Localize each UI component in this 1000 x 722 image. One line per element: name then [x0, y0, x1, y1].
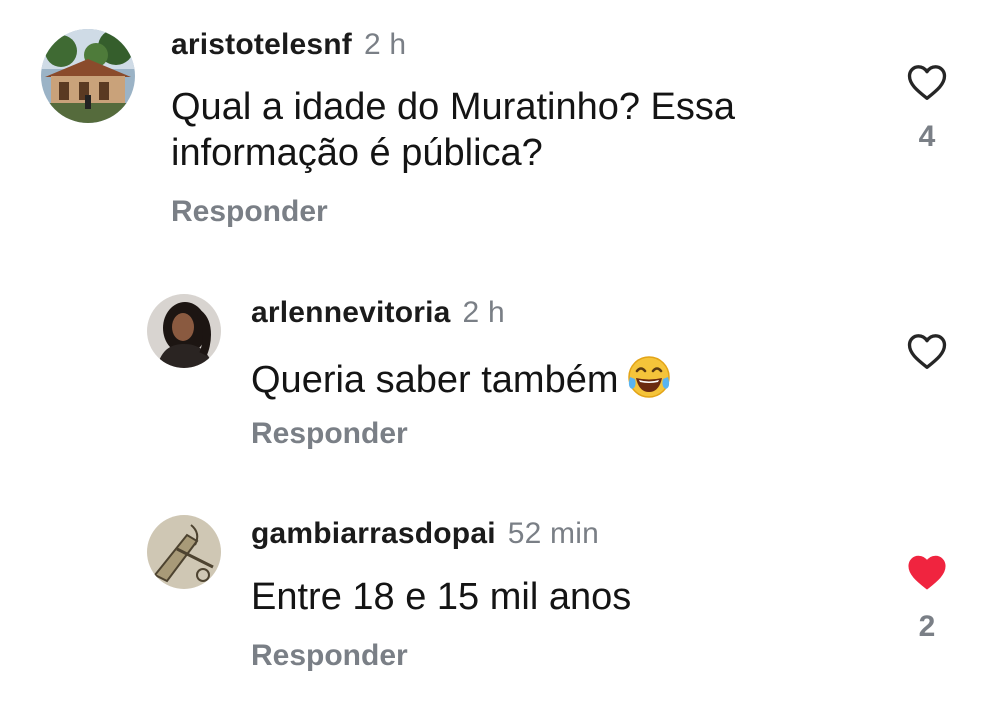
- comment-username[interactable]: gambiarrasdopai 52 min: [251, 517, 599, 551]
- heart-filled-icon: [908, 555, 946, 590]
- like-count: 2: [918, 610, 936, 643]
- avatar[interactable]: [147, 515, 221, 589]
- sketch-drawing-avatar-icon: [147, 515, 221, 589]
- comment-text: Entre 18 e 15 mil anos: [251, 574, 631, 620]
- comment-timestamp: 52 min: [507, 517, 599, 550]
- comment-text-line: Entre 18 e 15 mil anos: [251, 576, 632, 618]
- username-text[interactable]: gambiarrasdopai: [251, 517, 496, 550]
- like-button[interactable]: [906, 552, 948, 592]
- comment-gambiarrasdopai: gambiarrasdopai 52 min Entre 18 e 15 mil …: [0, 0, 1000, 700]
- reply-button[interactable]: Responder: [251, 639, 408, 673]
